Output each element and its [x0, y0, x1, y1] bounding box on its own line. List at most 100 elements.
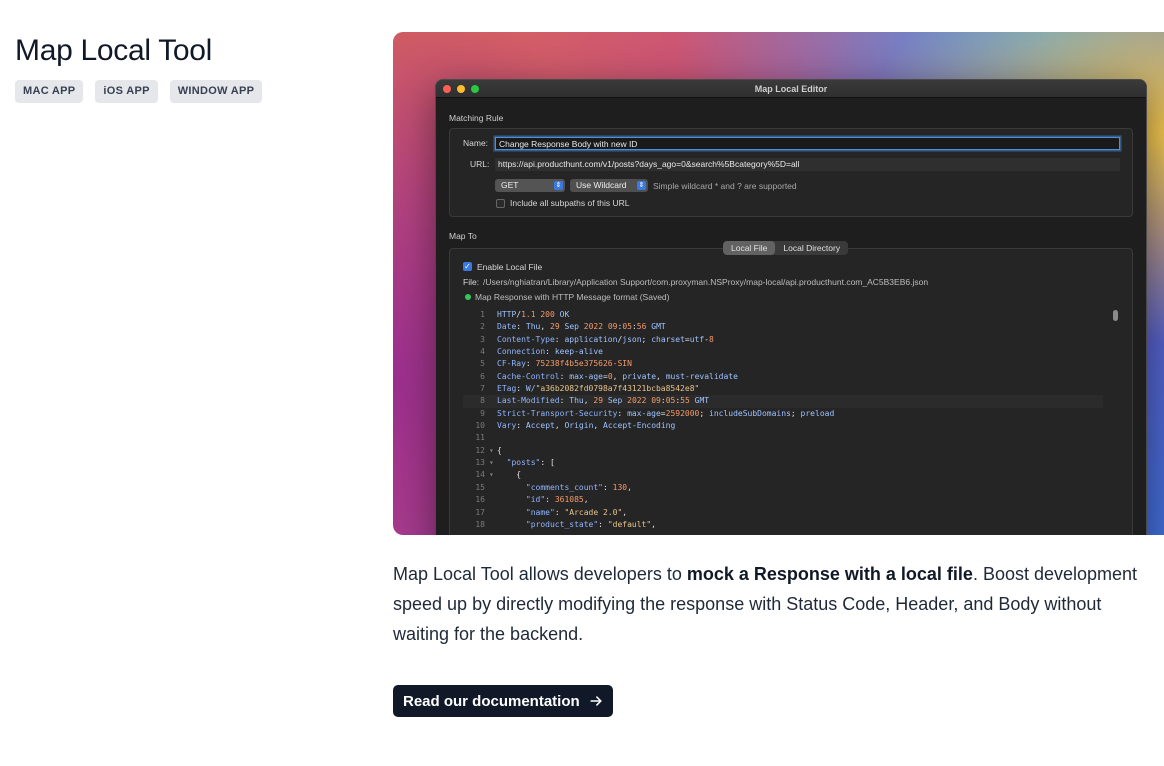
- matching-rule-label: Matching Rule: [449, 113, 504, 123]
- http-message-editor: 1 HTTP/1.1 200 OK 2 Date: Thu, 29 Sep 2022 …: [463, 309, 1103, 531]
- include-subpaths-label: Include all subpaths of this URL: [510, 198, 630, 208]
- code-text: "comments_count": 130,: [525, 482, 632, 492]
- line-number: 14: [475, 470, 485, 480]
- line-number: 11: [475, 433, 485, 443]
- code-text: HTTP/1.1 200 OK: [497, 310, 570, 319]
- feature-description: Map Local Tool allows developers to mock…: [393, 559, 1161, 649]
- read-documentation-button[interactable]: Read our documentation: [393, 685, 613, 717]
- line-number: 10: [475, 421, 485, 431]
- tab-local-file: Local File: [723, 241, 776, 255]
- map-to-segmented-control: Local File Local Directory: [723, 241, 849, 255]
- fold-toggle-icon: [489, 321, 497, 333]
- include-subpaths-checkbox: [496, 199, 505, 208]
- map-local-editor-window: Map Local Editor Matching Rule Name: Cha…: [435, 79, 1147, 535]
- window-title: Map Local Editor: [754, 84, 828, 94]
- code-line: 2 Date: Thu, 29 Sep 2022 09:05:56 GMT: [463, 321, 1103, 333]
- code-text: "product_state": "default",: [525, 519, 656, 529]
- file-path: /Users/nghiatran/Library/Application Sup…: [483, 277, 929, 287]
- product-header: Map Local Tool MAC APP iOS APP WINDOW AP…: [15, 33, 355, 103]
- code-line: 15 "comments_count": 130,: [463, 482, 1103, 494]
- code-line: 1 HTTP/1.1 200 OK: [463, 309, 1103, 321]
- window-titlebar: Map Local Editor: [436, 80, 1146, 98]
- line-number: 7: [480, 384, 485, 394]
- line-number: 17: [475, 507, 485, 517]
- fold-toggle-icon: [489, 346, 497, 358]
- code-text: Date: Thu, 29 Sep 2022 09:05:56 GMT: [497, 322, 666, 332]
- map-to-label: Map To: [449, 231, 477, 241]
- fold-toggle-icon: [489, 432, 497, 444]
- code-text: Last-Modified: Thu, 29 Sep 2022 09:05:55…: [497, 396, 710, 406]
- minimize-window-icon: [457, 85, 465, 93]
- fold-toggle-icon: [489, 395, 497, 407]
- code-text: CF-Ray: 75238f4b5e375626-SIN: [497, 359, 632, 369]
- description-text-1: Map Local Tool allows developers to: [393, 564, 687, 584]
- chevron-updown-icon: ⇕: [637, 181, 646, 190]
- fold-toggle-icon: [489, 371, 497, 383]
- code-line: 16 "id": 361085,: [463, 494, 1103, 506]
- code-line: 14 ▾ {: [463, 469, 1103, 481]
- fold-toggle-icon: ▾: [489, 470, 494, 480]
- code-text: "name": "Arcade 2.0",: [525, 507, 628, 517]
- code-text: Vary: Accept, Origin, Accept-Encoding: [497, 421, 676, 431]
- fold-toggle-icon: [489, 519, 497, 531]
- method-select-value: GET: [501, 180, 519, 190]
- code-scrollbar: [1113, 310, 1118, 321]
- tag-window-app: WINDOW APP: [169, 80, 263, 103]
- status-dot-icon: [465, 294, 471, 300]
- match-mode-select: Use Wildcard ⇕: [570, 179, 648, 192]
- page-title: Map Local Tool: [15, 34, 213, 67]
- read-documentation-label: Read our documentation: [403, 692, 580, 710]
- status-text: Map Response with HTTP Message format (S…: [475, 292, 670, 302]
- code-text: {: [497, 445, 502, 455]
- arrow-right-icon: [590, 696, 602, 706]
- line-number: 6: [480, 371, 485, 381]
- rule-name-input: Change Response Body with new ID: [495, 137, 1120, 150]
- code-text: Content-Type: application/json; charset=…: [497, 334, 714, 344]
- fold-toggle-icon: [489, 309, 497, 321]
- code-line: 3 Content-Type: application/json; charset…: [463, 334, 1103, 346]
- code-line: 7 ETag: W/"a36b2082fd0798a7f43121bcba8542…: [463, 383, 1103, 395]
- zoom-window-icon: [471, 85, 479, 93]
- line-number: 18: [475, 519, 485, 529]
- tag-mac-app: MAC APP: [15, 80, 84, 103]
- line-number: 16: [475, 495, 485, 505]
- name-label: Name:: [463, 138, 489, 148]
- enable-local-file-checkbox: ✓: [463, 262, 472, 271]
- code-text: {: [516, 470, 522, 480]
- close-window-icon: [443, 85, 451, 93]
- code-text: "id": 361085,: [525, 495, 589, 505]
- tag-ios-app: iOS APP: [95, 80, 158, 103]
- platform-tags: MAC APP iOS APP WINDOW APP: [15, 80, 355, 103]
- url-label: URL:: [470, 159, 490, 169]
- line-number: 1: [480, 310, 485, 319]
- code-text: "posts": [: [506, 458, 555, 468]
- line-number: 15: [475, 482, 485, 492]
- enable-local-file-label: Enable Local File: [477, 262, 543, 272]
- fold-toggle-icon: [489, 408, 497, 420]
- fold-toggle-icon: [489, 334, 497, 346]
- match-mode-value: Use Wildcard: [576, 180, 627, 190]
- fold-toggle-icon: [489, 420, 497, 432]
- url-input: https://api.producthunt.com/v1/posts?day…: [495, 158, 1120, 171]
- fold-toggle-icon: [489, 358, 497, 370]
- code-line: 18 "product_state": "default",: [463, 519, 1103, 531]
- code-line: 8 Last-Modified: Thu, 29 Sep 2022 09:05:5…: [463, 395, 1103, 408]
- chevron-updown-icon: ⇕: [554, 181, 563, 190]
- line-number: 3: [480, 334, 485, 344]
- fold-toggle-icon: [489, 494, 497, 506]
- code-line: 5 CF-Ray: 75238f4b5e375626-SIN: [463, 358, 1103, 370]
- fold-toggle-icon: [489, 507, 497, 519]
- code-line: 17 "name": "Arcade 2.0",: [463, 507, 1103, 519]
- line-number: 4: [480, 347, 485, 357]
- line-number: 5: [480, 359, 485, 369]
- method-select: GET ⇕: [495, 179, 565, 192]
- traffic-lights: [443, 85, 479, 93]
- code-line: 12 ▾{: [463, 445, 1103, 457]
- code-text: Connection: keep-alive: [497, 347, 603, 357]
- matching-rule-panel: Name: Change Response Body with new ID U…: [449, 128, 1133, 217]
- wildcard-hint: Simple wildcard * and ? are supported: [653, 181, 797, 191]
- tab-local-directory: Local Directory: [783, 243, 841, 253]
- file-label: File:: [463, 277, 480, 287]
- line-number: 12: [475, 445, 485, 455]
- description-highlight: mock a Response with a local file: [686, 564, 973, 584]
